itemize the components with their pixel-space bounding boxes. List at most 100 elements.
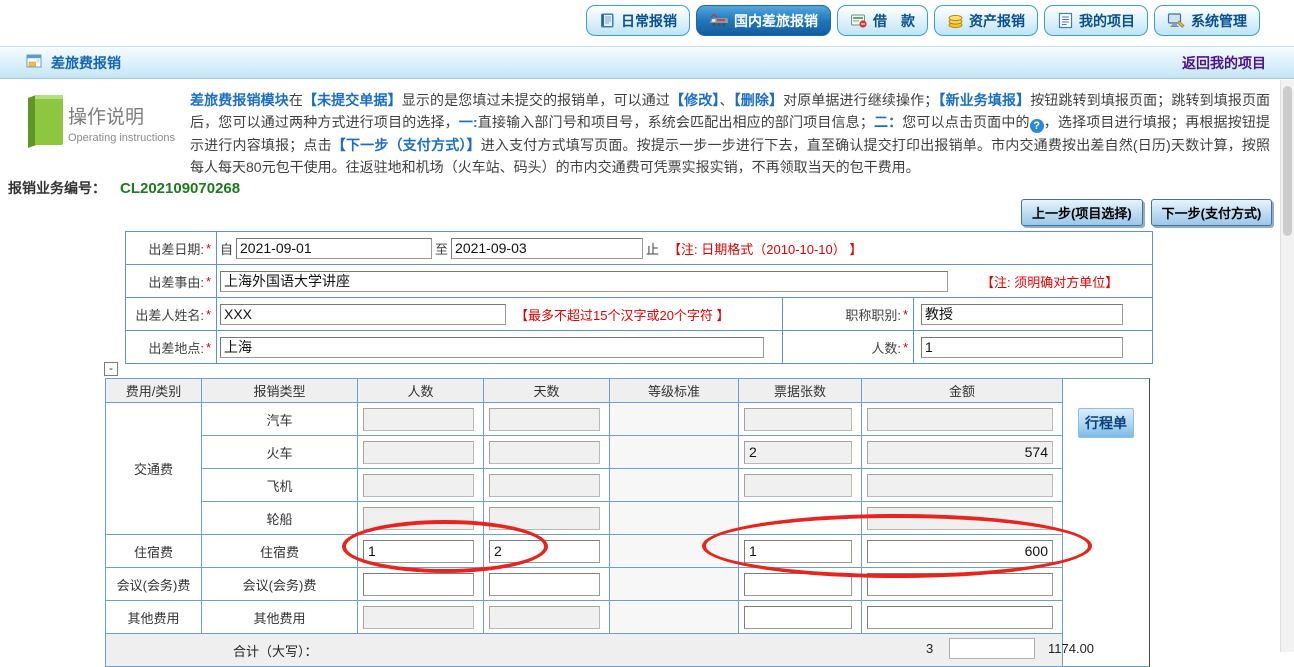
expense-category: 会议(会务)费 — [106, 568, 201, 600]
top-nav: 日常报销 国内差旅报销借 款资产报销我的项目 系统管理 — [0, 5, 1260, 36]
amount-cell — [862, 568, 1062, 600]
火车-amount-input — [867, 441, 1053, 464]
expense-category: 交通费 — [106, 403, 201, 534]
people-cell — [358, 469, 483, 501]
uppercase-amount-box[interactable] — [949, 638, 1035, 659]
people-label: 人数:* — [783, 331, 913, 363]
people-input[interactable] — [921, 337, 1123, 358]
title-rank-input[interactable] — [921, 304, 1123, 325]
next-step-button[interactable]: 下一步(支付方式) — [1151, 199, 1273, 226]
instruction-highlight: 二： — [874, 114, 902, 130]
biz-number-line: 报销业务编号：CL202109070268 — [8, 178, 240, 198]
instruction-text: 、 — [719, 92, 733, 108]
people-cell — [358, 436, 483, 468]
tickets-total: 3 — [926, 641, 933, 656]
expense-type: 会议(会务)费 — [202, 568, 357, 600]
standard-cell — [610, 502, 738, 534]
train-icon — [709, 12, 729, 29]
instruction-highlight: 【下一步（支付方式）】 — [332, 137, 481, 153]
instruction-highlight: 差旅费报销模块 — [190, 92, 289, 108]
days-cell — [484, 403, 609, 435]
nav-tab-domestic-travel[interactable]: 国内差旅报销 — [696, 5, 831, 36]
会议(会务)费-people-input[interactable] — [363, 573, 474, 596]
nav-tab-asset[interactable]: 资产报销 — [934, 5, 1038, 36]
collapse-toggle[interactable]: - — [104, 362, 118, 376]
people-cell — [358, 535, 483, 567]
column-header: 报销类型 — [202, 379, 357, 402]
standard-cell — [610, 436, 738, 468]
amount-total: 1174.00 — [1048, 641, 1094, 656]
会议(会务)费-amount-input[interactable] — [867, 573, 1053, 596]
date-to-input[interactable] — [451, 238, 643, 259]
住宿费-amount-input[interactable] — [867, 540, 1053, 563]
expense-table: 行程单 合计（大写）： 3 1174.00 费用/类别报销类型人数天数等级标准票… — [105, 378, 1150, 667]
instruction-highlight: 【新业务填报】 — [938, 92, 1030, 108]
tickets-cell — [739, 568, 861, 600]
traveler-label: 出差人姓名:* — [126, 298, 216, 330]
expense-type: 火车 — [202, 436, 357, 468]
destination-input[interactable] — [220, 337, 764, 358]
飞机-tickets-input — [744, 474, 852, 497]
会议(会务)费-tickets-input[interactable] — [744, 573, 852, 596]
days-cell — [484, 436, 609, 468]
tickets-cell — [739, 436, 861, 468]
people-row — [914, 331, 1152, 363]
expense-category: 住宿费 — [106, 535, 201, 567]
title-rank-row — [914, 298, 1152, 330]
standard-cell — [610, 568, 738, 600]
breadcrumb: 差旅费报销 返回我的项目 — [0, 46, 1294, 79]
其他费用-days-input — [489, 606, 600, 629]
loan-icon — [850, 12, 868, 29]
column-header: 票据张数 — [739, 379, 861, 402]
nav-tab-label: 国内差旅报销 — [734, 11, 818, 31]
vertical-scrollbar[interactable] — [1280, 80, 1294, 652]
people-cell — [358, 403, 483, 435]
people-cell — [358, 502, 483, 534]
飞机-amount-input — [867, 474, 1053, 497]
totals-row: 合计（大写）： 3 1174.00 — [106, 634, 1062, 666]
step-buttons: 上一步(项目选择) 下一步(支付方式) — [1021, 199, 1272, 226]
nav-tab-loan[interactable]: 借 款 — [837, 5, 928, 36]
reason-input[interactable] — [220, 271, 948, 292]
projects-icon — [1057, 12, 1074, 29]
轮船-days-input — [489, 507, 600, 530]
expense-type: 轮船 — [202, 502, 357, 534]
title-rank-label: 职称职别:* — [783, 298, 913, 330]
instruction-text: 显示的是您填过未提交的报销单，可以通过 — [402, 92, 670, 108]
汽车-amount-input — [867, 408, 1053, 431]
date-from-input[interactable] — [236, 238, 432, 259]
instruction-text: 在 — [289, 92, 303, 108]
scrollbar-thumb[interactable] — [1283, 86, 1292, 236]
nav-tab-label: 系统管理 — [1191, 11, 1247, 31]
amount-cell — [862, 469, 1062, 501]
住宿费-people-input[interactable] — [363, 540, 474, 563]
飞机-days-input — [489, 474, 600, 497]
people-cell — [358, 601, 483, 633]
instruction-highlight: 【修改】 — [670, 92, 719, 108]
其他费用-amount-input[interactable] — [867, 606, 1053, 629]
其他费用-people-input — [363, 606, 474, 629]
column-header: 费用/类别 — [106, 379, 201, 402]
nav-tab-system[interactable]: 系统管理 — [1154, 5, 1260, 36]
expense-category: 其他费用 — [106, 601, 201, 633]
reason-note: 【注: 须明确对方单位】 — [981, 272, 1118, 291]
itinerary-button[interactable]: 行程单 — [1078, 408, 1134, 438]
prev-step-button[interactable]: 上一步(项目选择) — [1021, 199, 1143, 226]
nav-tab-projects[interactable]: 我的项目 — [1044, 5, 1148, 36]
会议(会务)费-days-input[interactable] — [489, 573, 600, 596]
biz-number-label: 报销业务编号： — [8, 180, 106, 196]
back-to-projects-link[interactable]: 返回我的项目 — [1182, 53, 1266, 73]
trip-date-label: 出差日期:* — [126, 232, 216, 264]
date-to-prefix: 至 — [435, 239, 448, 258]
coins-icon — [947, 12, 964, 29]
汽车-days-input — [489, 408, 600, 431]
nav-tab-daily[interactable]: 日常报销 — [586, 5, 690, 36]
column-header: 金额 — [862, 379, 1062, 402]
住宿费-days-input[interactable] — [489, 540, 600, 563]
expense-type: 汽车 — [202, 403, 357, 435]
其他费用-tickets-input[interactable] — [744, 606, 852, 629]
standard-cell — [610, 535, 738, 567]
住宿费-tickets-input[interactable] — [744, 540, 852, 563]
traveler-input[interactable] — [220, 304, 506, 325]
reason-row: 【注: 须明确对方单位】 — [217, 265, 1152, 297]
